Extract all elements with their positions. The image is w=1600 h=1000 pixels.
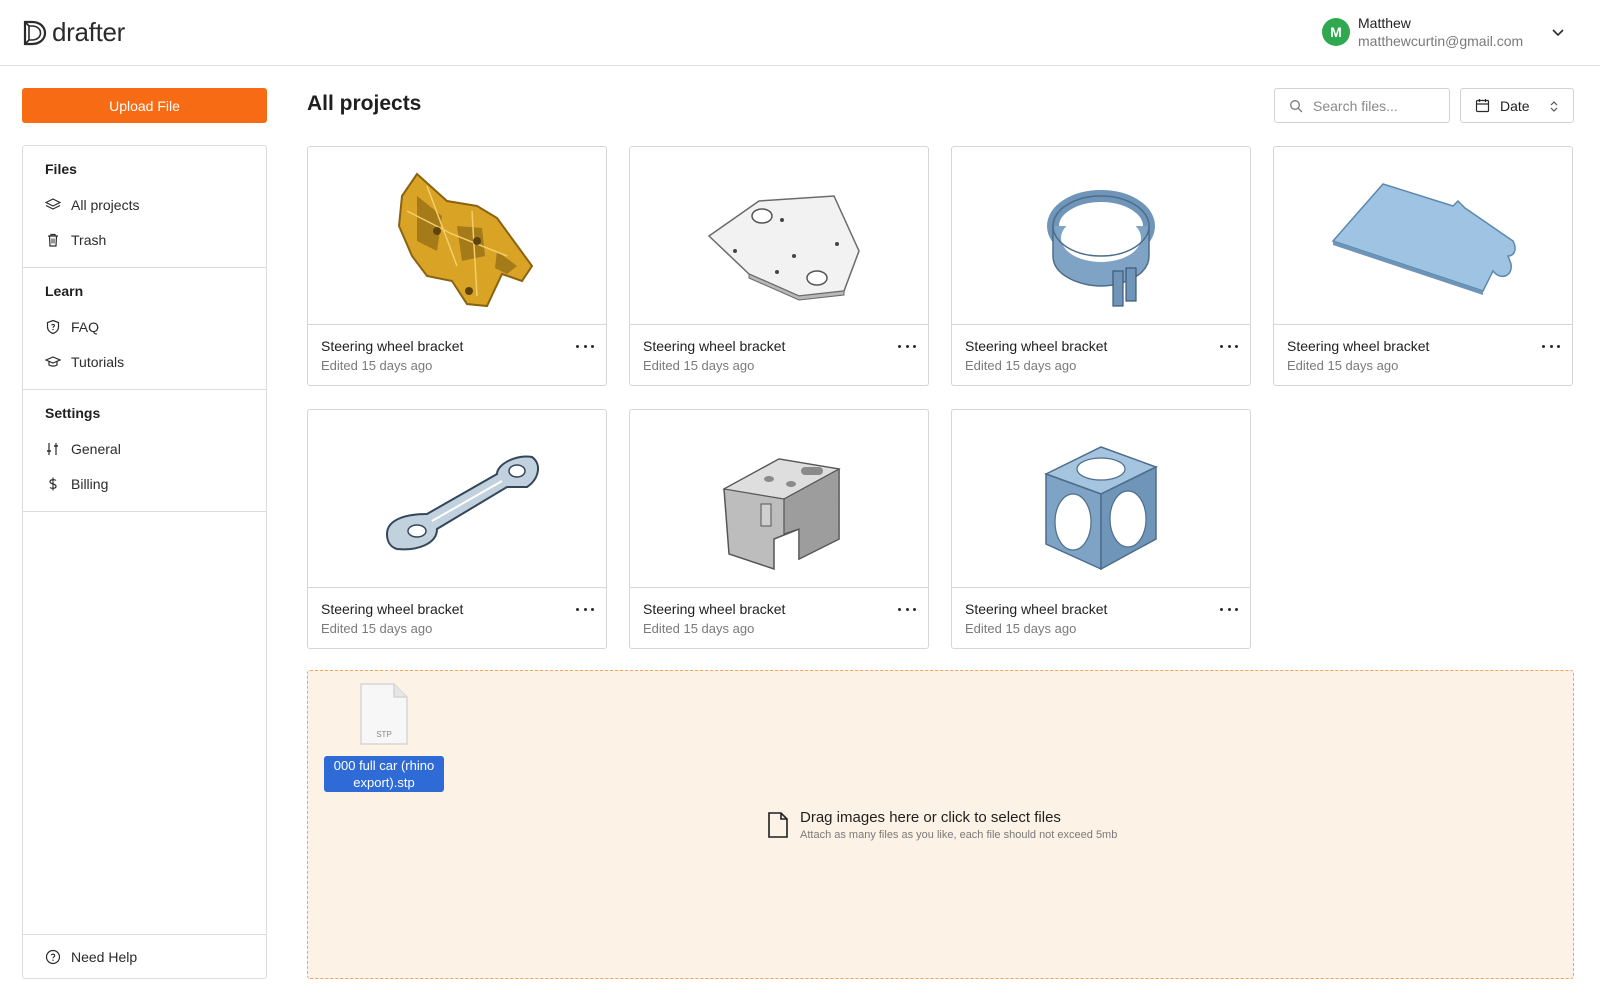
clamp-ring-model-icon [1047,189,1155,307]
dragged-file-name: 000 full car (rhino export).stp [324,756,444,792]
sidebar-item-all-projects[interactable]: All projects [45,187,244,222]
project-name: Steering wheel bracket [965,601,1108,617]
sidebar-item-faq[interactable]: FAQ [45,309,244,344]
sort-select[interactable]: Date [1460,88,1574,123]
sidebar-section-settings: Settings General Billing [23,390,266,512]
file-ext-text: STP [376,730,392,739]
block-model-icon [722,457,841,570]
search-icon [1290,99,1303,112]
project-name: Steering wheel bracket [1287,338,1430,354]
project-card[interactable]: Steering wheel bracket Edited 15 days ag… [629,409,929,649]
sidebar-item-label: General [71,440,121,457]
sliders-icon [47,442,58,455]
more-options-icon[interactable] [576,604,594,614]
gold-bracket-model-icon [397,171,534,307]
more-options-icon[interactable] [1542,341,1560,351]
sidebar-section-learn: Learn FAQ Tutorials [23,268,266,390]
calendar-icon [1475,99,1490,113]
project-edited: Edited 15 days ago [321,358,433,373]
file-dropzone[interactable]: STP 000 full car (rhino export).stp Drag… [307,670,1574,979]
avatar: M [1322,18,1350,46]
sort-label: Date [1500,97,1530,114]
dollar-icon [49,477,57,490]
logo-text: drafter [52,17,126,47]
more-options-icon[interactable] [576,341,594,351]
layers-icon [45,197,61,210]
flat-plate-model-icon [1331,182,1516,295]
help-circle-icon [45,949,61,964]
project-name: Steering wheel bracket [321,601,464,617]
sidebar-section-files: Files All projects Trash [23,146,266,268]
project-card[interactable]: Steering wheel bracket Edited 15 days ag… [629,146,929,386]
page-title: All projects [307,92,422,115]
file-icon [768,812,788,838]
search-input[interactable] [1313,97,1443,114]
project-name: Steering wheel bracket [643,338,786,354]
project-name: Steering wheel bracket [643,601,786,617]
chevron-down-icon[interactable] [1550,24,1566,40]
project-name: Steering wheel bracket [321,338,464,354]
sidebar-item-label: Tutorials [71,353,125,370]
search-box[interactable] [1274,88,1450,123]
sidebar-item-label: All projects [71,196,140,213]
user-menu[interactable]: M Matthew matthewcurtin@gmail.com [1322,14,1523,50]
dropzone-title: Drag images here or click to select file… [800,809,1061,826]
sidebar-item-tutorials[interactable]: Tutorials [45,344,244,379]
sidebar-item-trash[interactable]: Trash [45,222,244,257]
white-plate-model-icon [707,194,860,301]
project-card[interactable]: Steering wheel bracket Edited 15 days ag… [307,146,607,386]
sidebar-section-title: Learn [45,283,84,299]
sidebar-section-title: Settings [45,405,101,421]
project-edited: Edited 15 days ago [965,358,1077,373]
upload-file-button[interactable]: Upload File [22,88,267,123]
cube-model-icon [1044,445,1158,570]
more-options-icon[interactable] [1220,341,1238,351]
logo[interactable]: drafter [22,17,125,48]
user-email: matthewcurtin@gmail.com [1358,33,1524,49]
project-edited: Edited 15 days ago [643,621,755,636]
sidebar: Files All projects Trash Learn FAQ Tutor… [22,145,267,979]
stp-file-icon: STP [360,683,408,745]
graduation-cap-icon [45,355,61,367]
top-header: drafter M Matthew matthewcurtin@gmail.co… [0,0,1600,66]
project-thumbnail[interactable] [952,147,1250,325]
sidebar-section-title: Files [45,161,77,177]
user-name: Matthew [1358,15,1411,31]
project-edited: Edited 15 days ago [321,621,433,636]
project-thumbnail[interactable] [308,410,606,588]
sidebar-item-billing[interactable]: Billing [45,466,244,501]
trash-icon [48,233,58,247]
project-name: Steering wheel bracket [965,338,1108,354]
need-help-button[interactable]: Need Help [23,934,266,978]
project-card[interactable]: Steering wheel bracket Edited 15 days ag… [951,409,1251,649]
sidebar-item-label: Trash [71,231,107,248]
sidebar-item-label: Billing [71,475,109,492]
need-help-label: Need Help [71,948,138,965]
project-thumbnail[interactable] [1274,147,1572,325]
chevron-updown-icon [1550,101,1558,112]
more-options-icon[interactable] [898,341,916,351]
link-arm-model-icon [385,454,539,550]
dragged-file[interactable]: STP 000 full car (rhino export).stp [324,681,444,792]
project-card[interactable]: Steering wheel bracket Edited 15 days ag… [951,146,1251,386]
project-card[interactable]: Steering wheel bracket Edited 15 days ag… [307,409,607,649]
project-thumbnail[interactable] [308,147,606,325]
project-card[interactable]: Steering wheel bracket Edited 15 days ag… [1273,146,1573,386]
project-edited: Edited 15 days ago [965,621,1077,636]
project-edited: Edited 15 days ago [1287,358,1399,373]
dropzone-subtitle: Attach as many files as you like, each f… [800,829,1118,841]
project-thumbnail[interactable] [952,410,1250,588]
drafter-logo-icon [23,20,47,45]
shield-question-icon [46,319,60,334]
sidebar-item-general[interactable]: General [45,431,244,466]
dropzone-instructions: Drag images here or click to select file… [766,809,1117,841]
project-thumbnail[interactable] [630,147,928,325]
sidebar-item-label: FAQ [71,318,100,335]
project-edited: Edited 15 days ago [643,358,755,373]
project-thumbnail[interactable] [630,410,928,588]
more-options-icon[interactable] [898,604,916,614]
more-options-icon[interactable] [1220,604,1238,614]
